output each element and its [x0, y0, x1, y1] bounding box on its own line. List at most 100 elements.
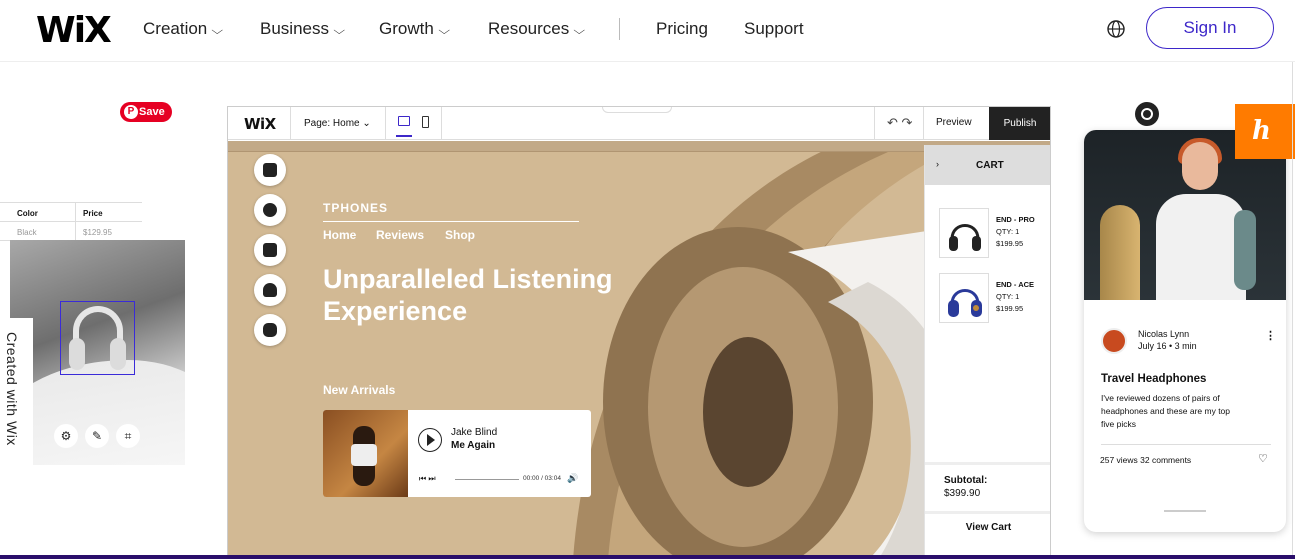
nav-resources[interactable]: Resources ⌵ — [488, 19, 586, 39]
column-header-price: Price — [83, 209, 103, 218]
cart-item-qty: QTY: 1 — [996, 292, 1020, 301]
hero-heading: Unparalleled Listening Experience — [323, 264, 613, 326]
add-icon[interactable] — [254, 194, 286, 226]
chevron-right-icon[interactable]: › — [936, 159, 939, 169]
post-divider — [1101, 444, 1271, 445]
subtotal-label: Subtotal: — [944, 475, 988, 486]
post-title[interactable]: Travel Headphones — [1101, 373, 1206, 385]
scan-icon[interactable] — [1135, 102, 1159, 126]
product-table: Color Price Black $129.95 — [0, 202, 142, 241]
mobile-view-icon[interactable] — [422, 116, 429, 128]
avatar[interactable] — [1101, 328, 1127, 354]
undo-redo-icons[interactable]: ↶ ↷ — [887, 115, 912, 131]
upload-icon[interactable] — [254, 274, 286, 306]
post-stats: 257 views 32 comments — [1100, 455, 1192, 465]
nav-growth[interactable]: Growth ⌵ — [379, 19, 450, 39]
home-indicator — [1164, 510, 1206, 512]
page-select-label: Page: Home — [304, 118, 360, 129]
chevron-up-icon: ⌃ — [633, 106, 641, 113]
h-badge-icon[interactable]: h — [1235, 104, 1295, 159]
column-header-color: Color — [17, 209, 38, 218]
cell-price: $129.95 — [83, 228, 112, 237]
chevron-down-icon: ⌵ — [438, 25, 450, 37]
pages-icon[interactable] — [254, 154, 286, 186]
subtotal-value: $399.90 — [944, 488, 981, 499]
post-author[interactable]: Nicolas Lynn — [1138, 329, 1189, 339]
created-with-wix-badge[interactable]: Created with Wix — [0, 318, 33, 465]
crop-icon[interactable]: ⌗ — [116, 424, 140, 448]
track-artist: Jake Blind — [451, 427, 498, 438]
nav-creation[interactable]: Creation ⌵ — [143, 19, 224, 39]
chevron-down-icon: ⌵ — [573, 25, 586, 37]
cart-item-name: END - ACE — [996, 280, 1035, 289]
desktop-view-icon[interactable] — [398, 116, 410, 126]
site-nav-home[interactable]: Home — [323, 228, 356, 242]
post-excerpt: I've reviewed dozens of pairs of headpho… — [1101, 393, 1231, 429]
top-navigation: WiX Creation ⌵ Business ⌵ Growth ⌵ Resource… — [0, 0, 1295, 62]
cell-color: Black — [17, 228, 37, 237]
pinterest-icon: P — [124, 105, 138, 119]
table-row: Black $129.95 — [0, 222, 142, 241]
track-cover-image — [323, 410, 408, 497]
mobile-preview: Nicolas Lynn July 16 • 3 min ⋮ Travel He… — [1084, 130, 1286, 532]
cart-item-price: $199.95 — [996, 239, 1024, 248]
site-nav-reviews[interactable]: Reviews — [376, 228, 424, 242]
globe-icon[interactable] — [1106, 19, 1126, 39]
created-with-label: Created with Wix — [4, 332, 20, 446]
cart-title: CART — [976, 160, 1004, 171]
editor-logo: WiX — [244, 115, 276, 133]
cart-item-thumbnail — [939, 208, 989, 258]
cart-divider — [925, 462, 1050, 465]
cart-item[interactable]: END - ACE QTY: 1 $199.95 — [939, 273, 1044, 325]
page: WiX Creation ⌵ Business ⌵ Growth ⌵ Resource… — [0, 0, 1295, 559]
skip-controls-icon[interactable]: ⏮ ⏭ — [419, 474, 436, 484]
new-arrivals-label: New Arrivals — [323, 383, 396, 397]
heart-icon[interactable]: ♡ — [1258, 452, 1268, 465]
nav-business-label: Business — [260, 19, 329, 38]
page-select[interactable]: Page: Home ⌄ — [304, 118, 371, 129]
database-icon[interactable] — [254, 314, 286, 346]
wix-logo[interactable]: WiX — [36, 10, 112, 51]
cart-divider — [925, 511, 1050, 514]
gear-icon[interactable]: ⚙ — [54, 424, 78, 448]
cart-header: › CART — [925, 145, 1050, 185]
collapse-toolbar-button[interactable]: ⌃ — [602, 106, 672, 113]
nav-growth-label: Growth — [379, 19, 434, 38]
pinterest-save-label: Save — [139, 106, 165, 118]
pinterest-save-button[interactable]: P Save — [120, 102, 172, 122]
table-header: Color Price — [0, 203, 142, 241]
nav-pricing[interactable]: Pricing — [656, 19, 708, 39]
sign-in-button[interactable]: Sign In — [1146, 7, 1274, 49]
view-cart-button[interactable]: View Cart — [925, 522, 1050, 533]
play-icon[interactable] — [418, 428, 442, 452]
desktop-active-indicator — [396, 135, 412, 137]
chevron-down-icon: ⌵ — [333, 25, 345, 37]
track-title: Me Again — [451, 440, 496, 451]
headphone-selection-box[interactable] — [60, 301, 135, 375]
cart-item[interactable]: END - PRO QTY: 1 $199.95 — [939, 208, 1044, 260]
post-date: July 16 • 3 min — [1138, 341, 1197, 351]
apps-icon[interactable] — [254, 234, 286, 266]
chevron-down-icon: ⌵ — [211, 25, 224, 37]
nav-support[interactable]: Support — [744, 19, 804, 39]
progress-bar[interactable] — [455, 479, 519, 480]
site-brand: TPHONES — [323, 201, 389, 215]
cart-item-thumbnail — [939, 273, 989, 323]
page-edge — [1292, 62, 1293, 559]
pen-icon[interactable]: ✎ — [85, 424, 109, 448]
volume-icon[interactable]: 🔊 — [567, 473, 578, 484]
site-nav-shop[interactable]: Shop — [445, 228, 475, 242]
cart-panel: › CART END - PRO QTY: 1 $199.95 END - AC… — [924, 145, 1050, 558]
bottom-strip — [0, 555, 1295, 559]
more-options-icon[interactable]: ⋮ — [1265, 329, 1276, 342]
brand-divider — [323, 221, 579, 222]
cart-item-qty: QTY: 1 — [996, 227, 1020, 236]
editor-window: WiX Page: Home ⌄ ⌃ ↶ ↷ Preview Publish T… — [227, 106, 1051, 559]
nav-business[interactable]: Business ⌵ — [260, 19, 345, 39]
nav-resources-label: Resources — [488, 19, 570, 38]
editor-toolbar: WiX Page: Home ⌄ ⌃ ↶ ↷ Preview Publish — [228, 106, 1050, 140]
publish-button[interactable]: Publish — [989, 107, 1050, 140]
chevron-down-icon: ⌄ — [362, 118, 371, 129]
preview-button[interactable]: Preview — [936, 117, 972, 128]
track-time: 00:00 / 03:04 — [523, 475, 561, 482]
